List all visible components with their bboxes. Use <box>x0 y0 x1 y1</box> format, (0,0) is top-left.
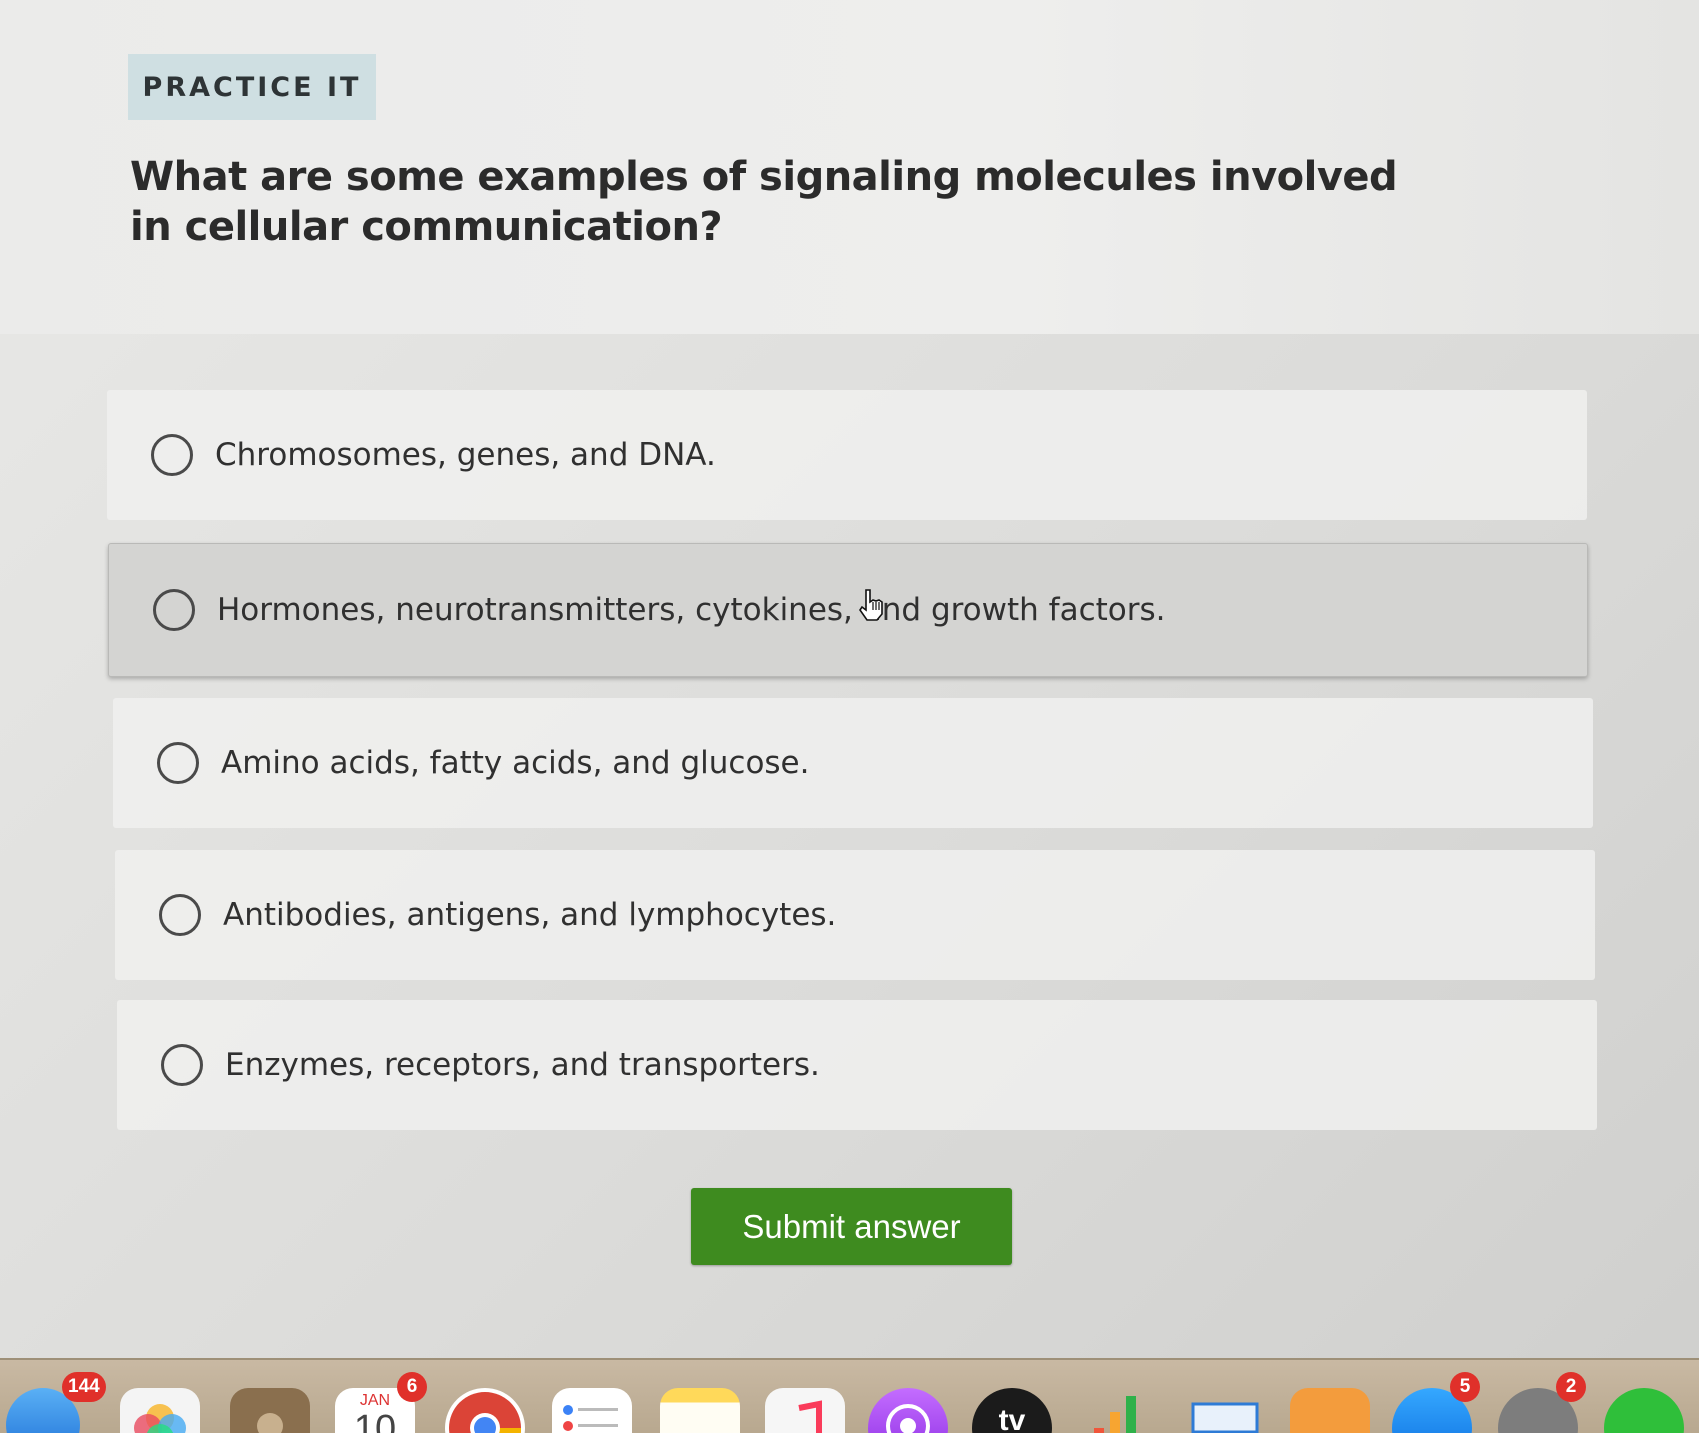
radio-button[interactable] <box>161 1044 203 1086</box>
option-2[interactable]: Hormones, neurotransmitters, cytokines, … <box>108 543 1588 677</box>
podcast-waves-icon <box>886 1404 930 1433</box>
option-1[interactable]: Chromosomes, genes, and DNA. <box>107 390 1587 520</box>
calendar-day: 10 <box>353 1408 397 1433</box>
podcasts-icon[interactable] <box>868 1388 948 1433</box>
radio-button[interactable] <box>159 894 201 936</box>
reminders-list-icon <box>563 1405 618 1431</box>
calendar-badge: 6 <box>397 1372 427 1402</box>
presentation-podium-icon <box>1191 1402 1259 1433</box>
find-my-icon[interactable] <box>1604 1388 1684 1433</box>
settings-badge: 2 <box>1556 1372 1586 1402</box>
apple-tv-icon[interactable]: tv <box>972 1388 1052 1433</box>
option-label: Antibodies, antigens, and lymphocytes. <box>223 897 837 933</box>
chrome-logo-icon <box>449 1392 522 1433</box>
header-area: PRACTICE IT What are some examples of si… <box>0 0 1699 334</box>
hand-pointer-icon <box>859 589 883 621</box>
app-store-icon[interactable]: 5 <box>1392 1372 1480 1433</box>
bar-graph-icon <box>1094 1396 1136 1433</box>
pages-icon[interactable] <box>1290 1388 1370 1433</box>
reminders-icon[interactable] <box>552 1388 632 1433</box>
radio-button[interactable] <box>157 742 199 784</box>
keynote-icon[interactable] <box>1185 1388 1265 1433</box>
numbers-icon[interactable] <box>1080 1388 1160 1433</box>
mail-icon[interactable]: 144 <box>6 1372 106 1433</box>
practice-tag: PRACTICE IT <box>128 54 376 120</box>
question-text: What are some examples of signaling mole… <box>130 154 1398 250</box>
option-label: Chromosomes, genes, and DNA. <box>215 437 716 473</box>
notes-icon[interactable] <box>660 1388 740 1433</box>
option-label: Hormones, neurotransmitters, cytokines, … <box>217 592 1166 628</box>
dock: 144 JAN 10 6 tv 5 2 <box>0 1358 1699 1433</box>
photos-flower-icon <box>134 1404 186 1433</box>
app-store-badge: 5 <box>1450 1372 1480 1402</box>
radio-button[interactable] <box>153 589 195 631</box>
option-5[interactable]: Enzymes, receptors, and transporters. <box>117 1000 1597 1130</box>
chrome-icon[interactable] <box>445 1388 525 1433</box>
contacts-icon[interactable] <box>230 1388 310 1433</box>
option-label: Amino acids, fatty acids, and glucose. <box>221 745 810 781</box>
photos-icon[interactable] <box>120 1388 200 1433</box>
submit-answer-button[interactable]: Submit answer <box>691 1188 1012 1265</box>
tv-label: tv <box>998 1404 1026 1433</box>
option-4[interactable]: Antibodies, antigens, and lymphocytes. <box>115 850 1595 980</box>
music-icon[interactable] <box>765 1388 845 1433</box>
mail-badge: 144 <box>62 1372 106 1402</box>
music-note-icon <box>798 1400 822 1433</box>
calendar-icon[interactable]: JAN 10 6 <box>335 1372 427 1433</box>
settings-gear-icon[interactable]: 2 <box>1498 1372 1586 1433</box>
radio-button[interactable] <box>151 434 193 476</box>
contact-person-icon <box>257 1413 283 1433</box>
screen: PRACTICE IT What are some examples of si… <box>0 0 1699 1433</box>
option-label: Enzymes, receptors, and transporters. <box>225 1047 820 1083</box>
option-3[interactable]: Amino acids, fatty acids, and glucose. <box>113 698 1593 828</box>
